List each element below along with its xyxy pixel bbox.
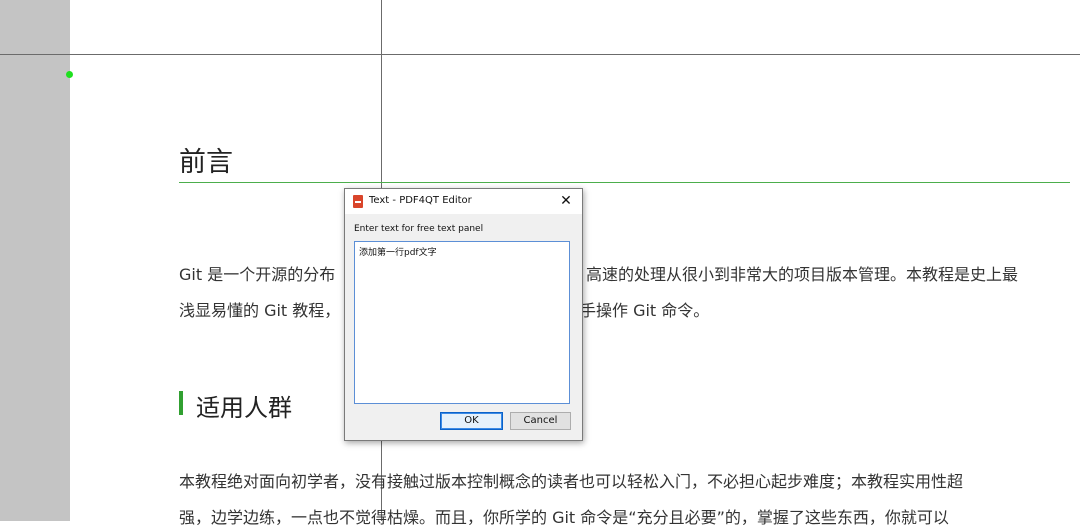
paragraph-line-left: Git 是一个开源的分布	[179, 265, 336, 284]
paragraph-line: 强，边学边练，一点也不觉得枯燥。而且，你所学的 Git 命令是“充分且必要”的，…	[179, 508, 949, 527]
text-dialog[interactable]: Text - PDF4QT Editor ✕ Enter text for fr…	[344, 188, 583, 441]
pdf-app-icon	[353, 195, 363, 208]
dialog-title: Text - PDF4QT Editor	[369, 195, 472, 206]
dialog-prompt: Enter text for free text panel	[354, 224, 484, 234]
page-heading: 前言	[179, 147, 233, 178]
free-text-input[interactable]: 添加第一行pdf文字	[354, 241, 570, 404]
page-gutter	[0, 0, 70, 521]
close-icon[interactable]: ✕	[556, 191, 576, 211]
paragraph-line: 本教程绝对面向初学者，没有接触过版本控制概念的读者也可以轻松入门，不必担心起步难…	[179, 472, 964, 491]
cancel-button[interactable]: Cancel	[510, 412, 571, 430]
cursor-marker	[66, 71, 73, 78]
horizontal-guide-line	[0, 54, 1080, 55]
section-accent-bar	[179, 391, 183, 415]
paragraph-line-right: 高速的处理从很小到非常大的项目版本管理。本教程是史上最	[586, 265, 1019, 284]
paragraph-line-left: 浅显易懂的 Git 教程，	[179, 301, 341, 320]
ok-button[interactable]: OK	[440, 412, 503, 430]
dialog-titlebar[interactable]: Text - PDF4QT Editor ✕	[345, 189, 582, 214]
section-title: 适用人群	[196, 394, 292, 422]
heading-underline	[179, 182, 1070, 183]
paragraph-line-right: 手操作 Git 命令。	[580, 301, 710, 320]
